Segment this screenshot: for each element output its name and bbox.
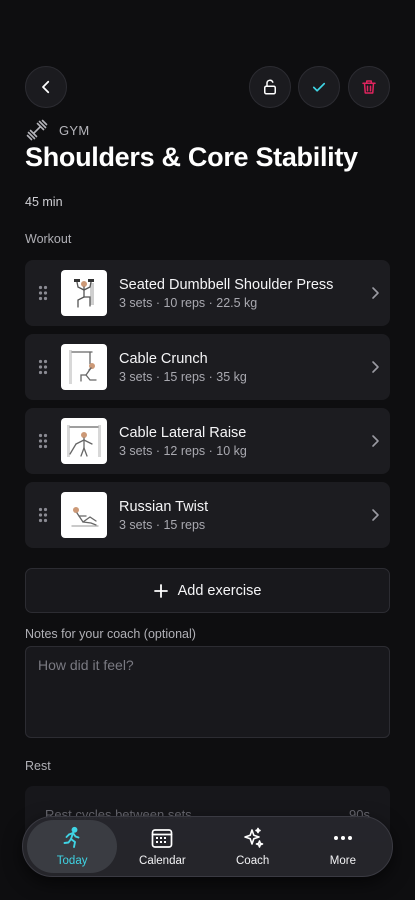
tab-calendar[interactable]: Calendar xyxy=(117,820,207,873)
workout-section-label: Workout xyxy=(25,232,72,246)
sparkles-icon xyxy=(243,827,263,848)
workout-duration: 45 min xyxy=(25,195,63,209)
tab-today[interactable]: Today xyxy=(27,820,118,873)
exercise-thumbnail xyxy=(61,492,107,538)
drag-handle-icon xyxy=(38,285,48,301)
exercise-name: Seated Dumbbell Shoulder Press xyxy=(119,276,334,293)
chevron-right-icon xyxy=(360,286,390,300)
add-exercise-button[interactable]: Add exercise xyxy=(25,568,390,613)
exercise-thumbnail xyxy=(61,344,107,390)
dumbbell-icon xyxy=(26,119,48,141)
running-person-icon xyxy=(63,826,80,848)
cable-crunch-illustration xyxy=(69,350,97,384)
chevron-right-icon xyxy=(360,508,390,522)
unlock-button[interactable] xyxy=(249,66,291,108)
exercise-meta: 3 sets · 12 reps · 10 kg xyxy=(119,443,247,458)
add-exercise-label: Add exercise xyxy=(177,582,262,599)
rest-section-label: Rest xyxy=(25,759,51,773)
exercise-name: Cable Lateral Raise xyxy=(119,424,247,441)
workout-category: GYM xyxy=(25,118,90,142)
exercise-meta: 3 sets · 15 reps · 35 kg xyxy=(119,369,247,384)
chevron-right-icon xyxy=(360,434,390,448)
more-dots-icon xyxy=(333,836,352,840)
plus-icon xyxy=(153,583,168,598)
drag-handle[interactable] xyxy=(25,433,61,449)
tab-label: Today xyxy=(56,855,88,867)
exercise-card[interactable]: Cable Crunch 3 sets · 15 reps · 35 kg xyxy=(25,334,390,400)
exercise-thumbnail xyxy=(61,418,107,464)
exercise-card[interactable]: Russian Twist 3 sets · 15 reps xyxy=(25,482,390,548)
calendar-icon xyxy=(152,829,173,848)
russian-twist-illustration xyxy=(71,507,99,527)
page-title: Shoulders & Core Stability xyxy=(25,142,358,172)
notes-label: Notes for your coach (optional) xyxy=(25,627,196,641)
exercise-thumbnail xyxy=(61,270,107,316)
tab-coach[interactable]: Coach xyxy=(208,820,298,873)
drag-handle-icon xyxy=(38,433,48,449)
unlock-icon xyxy=(264,79,276,95)
tab-label: Calendar xyxy=(139,855,186,867)
drag-handle[interactable] xyxy=(25,507,61,523)
exercise-card[interactable]: Seated Dumbbell Shoulder Press 3 sets · … xyxy=(25,260,390,326)
bottom-tab-bar: Today Calendar Coach More xyxy=(22,816,393,877)
chevron-left-icon xyxy=(42,80,50,94)
notes-input[interactable] xyxy=(25,646,390,738)
tab-more[interactable]: More xyxy=(298,820,388,873)
delete-button[interactable] xyxy=(348,66,390,108)
drag-handle[interactable] xyxy=(25,285,61,301)
exercise-meta: 3 sets · 15 reps xyxy=(119,517,206,532)
trash-icon xyxy=(362,80,376,94)
exercise-card[interactable]: Cable Lateral Raise 3 sets · 12 reps · 1… xyxy=(25,408,390,474)
cable-lateral-raise-illustration xyxy=(67,425,101,457)
drag-handle[interactable] xyxy=(25,359,61,375)
check-icon xyxy=(312,82,326,92)
exercise-name: Russian Twist xyxy=(119,498,209,515)
exercise-name: Cable Crunch xyxy=(119,350,208,367)
chevron-right-icon xyxy=(360,360,390,374)
exercise-meta: 3 sets · 10 reps · 22.5 kg xyxy=(119,295,258,310)
tab-label: More xyxy=(329,855,356,867)
save-check-button[interactable] xyxy=(298,66,340,108)
shoulder-press-illustration xyxy=(74,279,94,308)
category-label: GYM xyxy=(59,122,90,138)
back-button[interactable] xyxy=(25,66,67,108)
drag-handle-icon xyxy=(38,507,48,523)
drag-handle-icon xyxy=(38,359,48,375)
tab-label: Coach xyxy=(236,855,270,867)
